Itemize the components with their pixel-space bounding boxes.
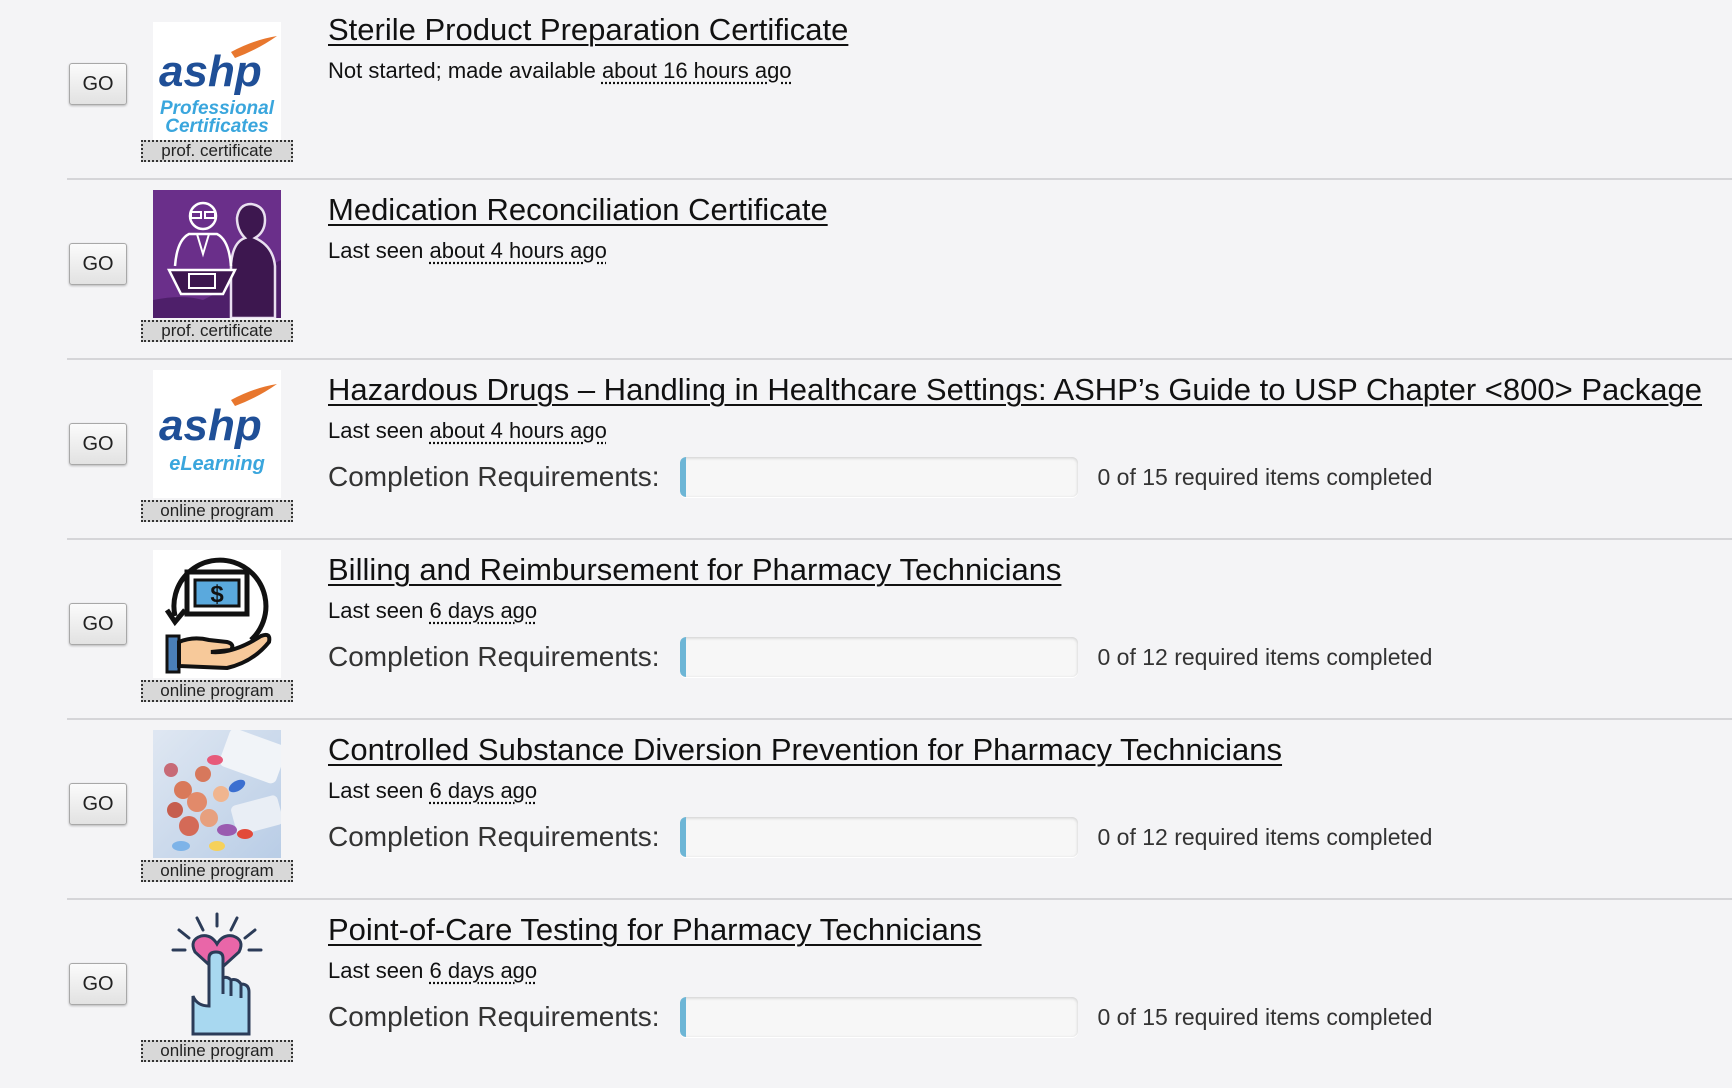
status-prefix: Last seen [328,958,430,983]
ashp-professional-certificates-logo-icon[interactable]: ashp Professional Certificates [153,22,281,150]
program-row: GO ashp eLearning online program Hazardo… [67,360,1732,540]
program-title-link[interactable]: Hazardous Drugs – Handling in Healthcare… [328,372,1702,408]
completion-progress-bar [679,637,1078,677]
program-row: GO ashp Professional Certificates prof. … [67,0,1732,180]
completion-label: Completion Requirements: [328,461,660,492]
logo-brand: ashp [159,401,262,450]
program-row: GO prof. certificate Medication Reconcil… [67,180,1732,360]
program-type-badge: prof. certificate [141,320,293,342]
pills-photo-icon[interactable] [153,730,281,858]
program-status: Last seen 6 days ago [328,598,537,624]
progress-fill [679,817,686,857]
logo-line1: eLearning [169,453,265,475]
completion-requirements: Completion Requirements: 0 of 12 require… [328,816,1432,858]
program-status: Not started; made available about 16 hou… [328,58,792,84]
status-prefix: Last seen [328,418,430,443]
program-title-link[interactable]: Sterile Product Preparation Certificate [328,12,848,48]
program-status: Last seen about 4 hours ago [328,238,607,264]
completion-progress-bar [679,457,1078,497]
completion-requirements: Completion Requirements: 0 of 12 require… [328,636,1432,678]
completion-count: 0 of 12 required items completed [1097,823,1433,850]
status-prefix: Not started; made available [328,58,602,83]
program-status: Last seen 6 days ago [328,958,537,984]
status-time: about 4 hours ago [429,418,607,443]
program-title-link[interactable]: Point-of-Care Testing for Pharmacy Techn… [328,912,982,948]
finger-prick-heart-icon[interactable] [153,910,281,1038]
logo-brand: ashp [159,47,262,96]
program-row: GO online program Controlled Substance D… [67,720,1732,900]
ashp-elearning-logo-icon[interactable]: ashp eLearning [153,370,281,498]
program-row: GO $ online program Billing and Reimburs… [67,540,1732,720]
progress-fill [679,637,686,677]
completion-label: Completion Requirements: [328,821,660,852]
pharmacist-consultation-icon[interactable] [153,190,281,318]
progress-fill [679,457,686,497]
completion-label: Completion Requirements: [328,1001,660,1032]
program-type-badge: online program [141,500,293,522]
status-prefix: Last seen [328,778,430,803]
logo-line2: Certificates [165,116,269,137]
progress-fill [679,997,686,1037]
status-time: about 16 hours ago [601,58,792,83]
status-prefix: Last seen [328,238,430,263]
status-time: 6 days ago [429,598,538,623]
program-status: Last seen 6 days ago [328,778,537,804]
program-type-badge: online program [141,860,293,882]
program-type-badge: prof. certificate [141,140,293,162]
completion-label: Completion Requirements: [328,641,660,672]
completion-count: 0 of 12 required items completed [1097,643,1433,670]
program-title-link[interactable]: Billing and Reimbursement for Pharmacy T… [328,552,1061,588]
program-type-badge: online program [141,680,293,702]
program-title-link[interactable]: Medication Reconciliation Certificate [328,192,828,228]
status-time: 6 days ago [429,958,538,983]
program-list: GO ashp Professional Certificates prof. … [0,0,1732,1088]
go-button[interactable]: GO [69,603,127,645]
program-title-link[interactable]: Controlled Substance Diversion Preventio… [328,732,1282,768]
dollar-symbol: $ [210,581,224,608]
go-button[interactable]: GO [69,243,127,285]
completion-progress-bar [679,817,1078,857]
program-row: GO online program Point-of-Care Testing … [67,900,1732,1080]
hand-money-icon[interactable]: $ [153,550,281,678]
go-button[interactable]: GO [69,963,127,1005]
go-button[interactable]: GO [69,63,127,105]
program-status: Last seen about 4 hours ago [328,418,607,444]
completion-requirements: Completion Requirements: 0 of 15 require… [328,456,1432,498]
completion-progress-bar [679,997,1078,1037]
status-prefix: Last seen [328,598,430,623]
program-type-badge: online program [141,1040,293,1062]
completion-count: 0 of 15 required items completed [1097,463,1433,490]
completion-count: 0 of 15 required items completed [1097,1003,1433,1030]
status-time: 6 days ago [429,778,538,803]
status-time: about 4 hours ago [429,238,607,263]
completion-requirements: Completion Requirements: 0 of 15 require… [328,996,1432,1038]
go-button[interactable]: GO [69,783,127,825]
go-button[interactable]: GO [69,423,127,465]
